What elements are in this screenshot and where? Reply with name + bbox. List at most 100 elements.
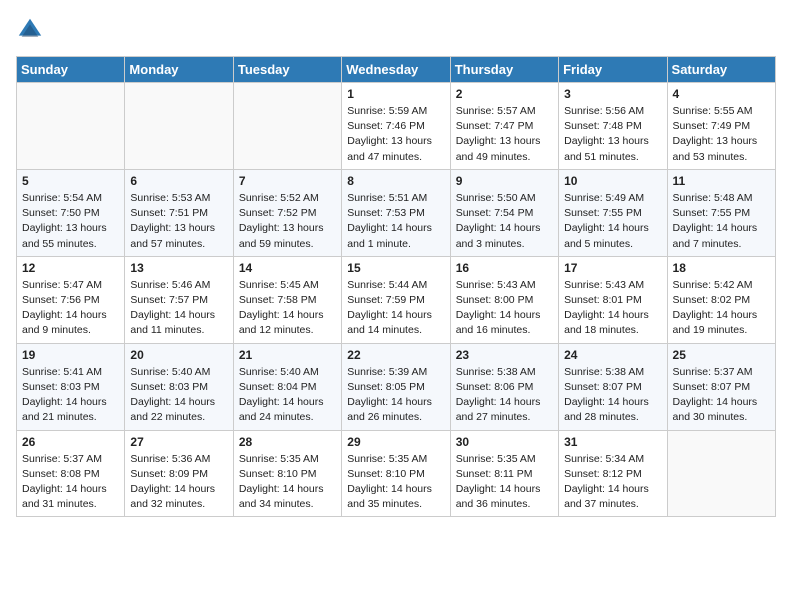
- week-row-3: 12 Sunrise: 5:47 AMSunset: 7:56 PMDayligh…: [17, 256, 776, 343]
- calendar-cell: 2 Sunrise: 5:57 AMSunset: 7:47 PMDaylight…: [450, 83, 558, 170]
- day-number: 22: [347, 348, 444, 362]
- day-info: Sunrise: 5:59 AMSunset: 7:46 PMDaylight:…: [347, 104, 444, 165]
- day-number: 17: [564, 261, 661, 275]
- day-number: 31: [564, 435, 661, 449]
- day-info: Sunrise: 5:41 AMSunset: 8:03 PMDaylight:…: [22, 365, 119, 426]
- calendar-cell: 25 Sunrise: 5:37 AMSunset: 8:07 PMDayligh…: [667, 343, 775, 430]
- header-row: SundayMondayTuesdayWednesdayThursdayFrid…: [17, 57, 776, 83]
- day-info: Sunrise: 5:37 AMSunset: 8:07 PMDaylight:…: [673, 365, 770, 426]
- day-info: Sunrise: 5:38 AMSunset: 8:07 PMDaylight:…: [564, 365, 661, 426]
- day-info: Sunrise: 5:56 AMSunset: 7:48 PMDaylight:…: [564, 104, 661, 165]
- calendar-cell: 29 Sunrise: 5:35 AMSunset: 8:10 PMDayligh…: [342, 430, 450, 517]
- calendar-cell: 31Sunrise: 5:34 AMSunset: 8:12 PMDayligh…: [559, 430, 667, 517]
- calendar-cell: 20Sunrise: 5:40 AMSunset: 8:03 PMDayligh…: [125, 343, 233, 430]
- day-info: Sunrise: 5:51 AMSunset: 7:53 PMDaylight:…: [347, 191, 444, 252]
- week-row-4: 19 Sunrise: 5:41 AMSunset: 8:03 PMDayligh…: [17, 343, 776, 430]
- day-number: 6: [130, 174, 227, 188]
- calendar-cell: 5 Sunrise: 5:54 AMSunset: 7:50 PMDaylight…: [17, 169, 125, 256]
- day-number: 15: [347, 261, 444, 275]
- header-tuesday: Tuesday: [233, 57, 341, 83]
- day-info: Sunrise: 5:55 AMSunset: 7:49 PMDaylight:…: [673, 104, 770, 165]
- day-info: Sunrise: 5:45 AMSunset: 7:58 PMDaylight:…: [239, 278, 336, 339]
- day-number: 25: [673, 348, 770, 362]
- day-number: 11: [673, 174, 770, 188]
- day-number: 21: [239, 348, 336, 362]
- calendar-cell: 28 Sunrise: 5:35 AMSunset: 8:10 PMDayligh…: [233, 430, 341, 517]
- day-number: 16: [456, 261, 553, 275]
- day-info: Sunrise: 5:42 AMSunset: 8:02 PMDaylight:…: [673, 278, 770, 339]
- header-wednesday: Wednesday: [342, 57, 450, 83]
- day-info: Sunrise: 5:44 AMSunset: 7:59 PMDaylight:…: [347, 278, 444, 339]
- day-info: Sunrise: 5:54 AMSunset: 7:50 PMDaylight:…: [22, 191, 119, 252]
- calendar-cell: 4 Sunrise: 5:55 AMSunset: 7:49 PMDaylight…: [667, 83, 775, 170]
- calendar-cell: [667, 430, 775, 517]
- day-info: Sunrise: 5:53 AMSunset: 7:51 PMDaylight:…: [130, 191, 227, 252]
- day-info: Sunrise: 5:40 AMSunset: 8:04 PMDaylight:…: [239, 365, 336, 426]
- day-number: 14: [239, 261, 336, 275]
- header-thursday: Thursday: [450, 57, 558, 83]
- calendar-cell: 7Sunrise: 5:52 AMSunset: 7:52 PMDaylight…: [233, 169, 341, 256]
- day-number: 20: [130, 348, 227, 362]
- calendar-cell: 15 Sunrise: 5:44 AMSunset: 7:59 PMDayligh…: [342, 256, 450, 343]
- day-number: 12: [22, 261, 119, 275]
- week-row-2: 5 Sunrise: 5:54 AMSunset: 7:50 PMDaylight…: [17, 169, 776, 256]
- day-number: 23: [456, 348, 553, 362]
- day-number: 30: [456, 435, 553, 449]
- day-info: Sunrise: 5:35 AMSunset: 8:10 PMDaylight:…: [239, 452, 336, 513]
- calendar-cell: 30Sunrise: 5:35 AMSunset: 8:11 PMDayligh…: [450, 430, 558, 517]
- calendar-cell: 10 Sunrise: 5:49 AMSunset: 7:55 PMDayligh…: [559, 169, 667, 256]
- day-number: 28: [239, 435, 336, 449]
- day-info: Sunrise: 5:38 AMSunset: 8:06 PMDaylight:…: [456, 365, 553, 426]
- calendar-cell: [233, 83, 341, 170]
- calendar-cell: 26Sunrise: 5:37 AMSunset: 8:08 PMDayligh…: [17, 430, 125, 517]
- day-number: 8: [347, 174, 444, 188]
- week-row-1: 1 Sunrise: 5:59 AMSunset: 7:46 PMDaylight…: [17, 83, 776, 170]
- day-info: Sunrise: 5:57 AMSunset: 7:47 PMDaylight:…: [456, 104, 553, 165]
- calendar-cell: 23 Sunrise: 5:38 AMSunset: 8:06 PMDayligh…: [450, 343, 558, 430]
- day-number: 29: [347, 435, 444, 449]
- day-number: 13: [130, 261, 227, 275]
- week-row-5: 26Sunrise: 5:37 AMSunset: 8:08 PMDayligh…: [17, 430, 776, 517]
- day-number: 1: [347, 87, 444, 101]
- day-number: 2: [456, 87, 553, 101]
- day-info: Sunrise: 5:36 AMSunset: 8:09 PMDaylight:…: [130, 452, 227, 513]
- day-number: 24: [564, 348, 661, 362]
- day-info: Sunrise: 5:50 AMSunset: 7:54 PMDaylight:…: [456, 191, 553, 252]
- calendar-cell: [17, 83, 125, 170]
- calendar-cell: 22 Sunrise: 5:39 AMSunset: 8:05 PMDayligh…: [342, 343, 450, 430]
- calendar-cell: 1 Sunrise: 5:59 AMSunset: 7:46 PMDaylight…: [342, 83, 450, 170]
- day-number: 10: [564, 174, 661, 188]
- calendar-cell: 9 Sunrise: 5:50 AMSunset: 7:54 PMDaylight…: [450, 169, 558, 256]
- day-info: Sunrise: 5:48 AMSunset: 7:55 PMDaylight:…: [673, 191, 770, 252]
- day-number: 19: [22, 348, 119, 362]
- logo-icon: [16, 16, 44, 44]
- calendar-cell: 3 Sunrise: 5:56 AMSunset: 7:48 PMDaylight…: [559, 83, 667, 170]
- day-number: 9: [456, 174, 553, 188]
- page-header: [16, 16, 776, 44]
- day-info: Sunrise: 5:39 AMSunset: 8:05 PMDaylight:…: [347, 365, 444, 426]
- day-number: 5: [22, 174, 119, 188]
- calendar-cell: 21 Sunrise: 5:40 AMSunset: 8:04 PMDayligh…: [233, 343, 341, 430]
- day-number: 3: [564, 87, 661, 101]
- header-saturday: Saturday: [667, 57, 775, 83]
- day-info: Sunrise: 5:35 AMSunset: 8:10 PMDaylight:…: [347, 452, 444, 513]
- calendar-cell: 16 Sunrise: 5:43 AMSunset: 8:00 PMDayligh…: [450, 256, 558, 343]
- header-monday: Monday: [125, 57, 233, 83]
- logo: [16, 16, 48, 44]
- day-info: Sunrise: 5:49 AMSunset: 7:55 PMDaylight:…: [564, 191, 661, 252]
- day-info: Sunrise: 5:37 AMSunset: 8:08 PMDaylight:…: [22, 452, 119, 513]
- calendar-cell: 27 Sunrise: 5:36 AMSunset: 8:09 PMDayligh…: [125, 430, 233, 517]
- calendar-cell: 8 Sunrise: 5:51 AMSunset: 7:53 PMDaylight…: [342, 169, 450, 256]
- calendar-cell: [125, 83, 233, 170]
- calendar-cell: 13Sunrise: 5:46 AMSunset: 7:57 PMDayligh…: [125, 256, 233, 343]
- day-info: Sunrise: 5:47 AMSunset: 7:56 PMDaylight:…: [22, 278, 119, 339]
- calendar-cell: 24 Sunrise: 5:38 AMSunset: 8:07 PMDayligh…: [559, 343, 667, 430]
- day-info: Sunrise: 5:43 AMSunset: 8:01 PMDaylight:…: [564, 278, 661, 339]
- day-number: 27: [130, 435, 227, 449]
- calendar-cell: 11 Sunrise: 5:48 AMSunset: 7:55 PMDayligh…: [667, 169, 775, 256]
- day-number: 4: [673, 87, 770, 101]
- day-number: 18: [673, 261, 770, 275]
- calendar-cell: 18 Sunrise: 5:42 AMSunset: 8:02 PMDayligh…: [667, 256, 775, 343]
- day-info: Sunrise: 5:52 AMSunset: 7:52 PMDaylight:…: [239, 191, 336, 252]
- day-info: Sunrise: 5:43 AMSunset: 8:00 PMDaylight:…: [456, 278, 553, 339]
